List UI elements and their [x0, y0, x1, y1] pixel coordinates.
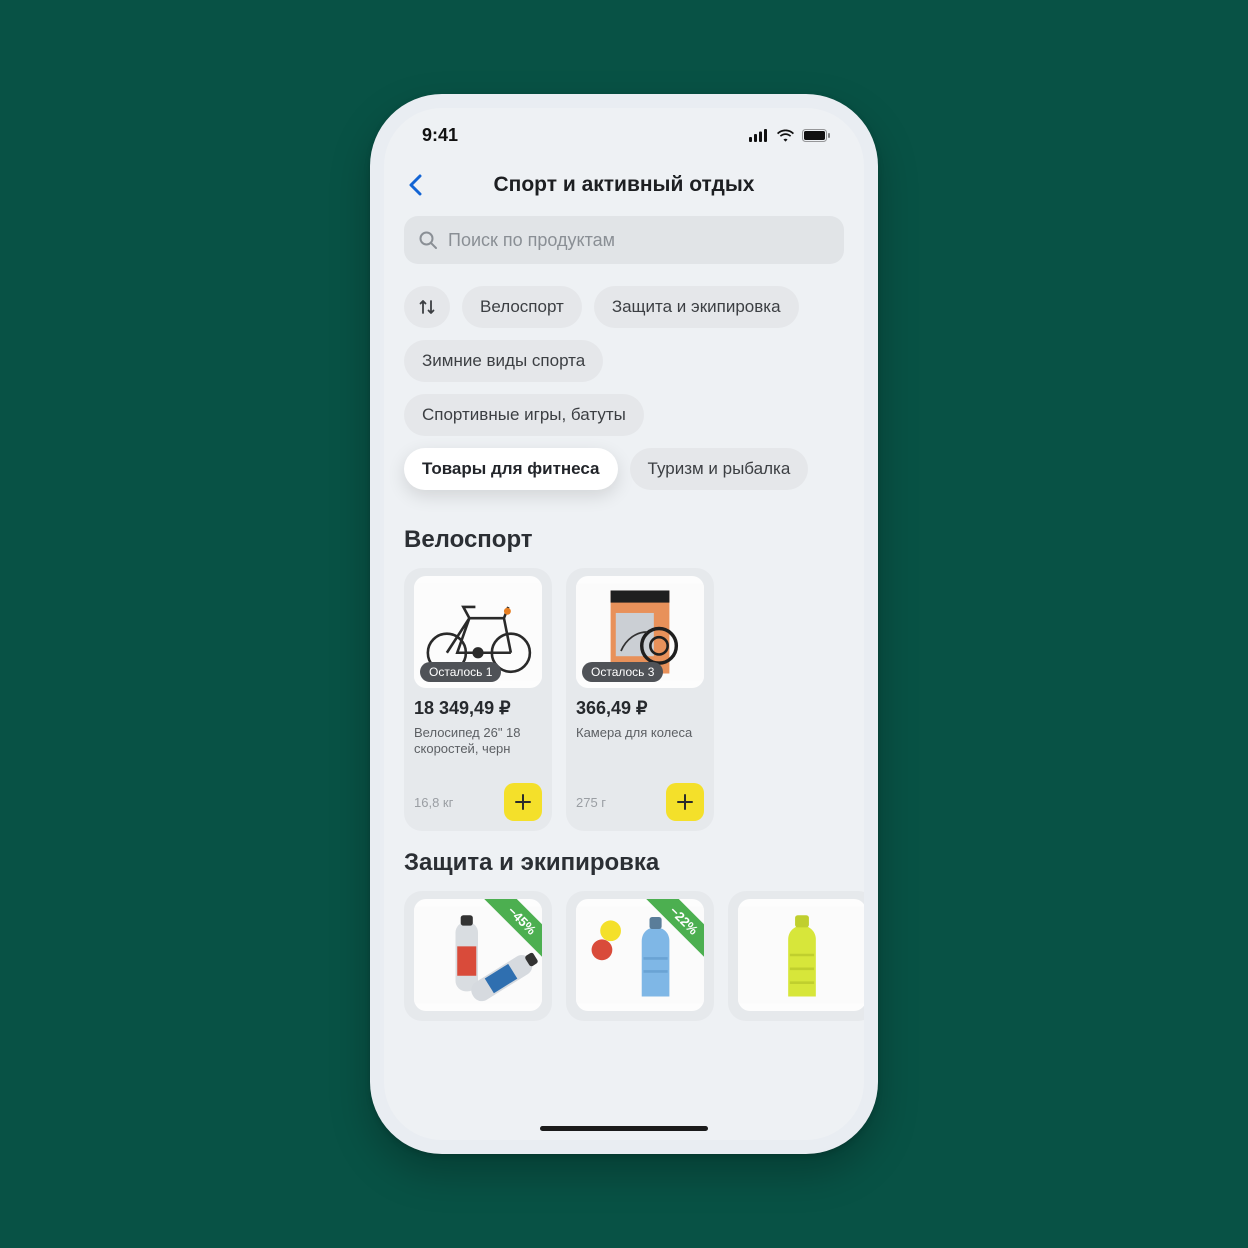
product-card[interactable]: Осталось 1 18 349,49 ₽ Велосипед 26" 18 … — [404, 568, 552, 831]
sort-button[interactable] — [404, 286, 450, 328]
search-input[interactable] — [448, 230, 830, 251]
home-indicator[interactable] — [540, 1126, 708, 1131]
product-image: Осталось 3 — [576, 576, 704, 688]
sort-icon — [418, 298, 436, 316]
signal-icon — [749, 129, 769, 142]
header: Спорт и активный отдых — [384, 162, 864, 216]
add-button[interactable] — [666, 783, 704, 821]
page-title: Спорт и активный отдых — [404, 173, 844, 197]
device-frame: 9:41 Спорт и активный отдых Велоспорт За… — [370, 94, 878, 1154]
wifi-icon — [776, 129, 795, 142]
product-image — [738, 899, 864, 1011]
battery-icon — [802, 129, 830, 142]
screen: 9:41 Спорт и активный отдых Велоспорт За… — [384, 108, 864, 1140]
chip-cycling[interactable]: Велоспорт — [462, 286, 582, 328]
plus-icon — [677, 794, 693, 810]
product-image: −45% — [414, 899, 542, 1011]
product-image: Осталось 1 — [414, 576, 542, 688]
stock-badge: Осталось 3 — [582, 662, 663, 682]
status-bar: 9:41 — [384, 108, 864, 162]
status-time: 9:41 — [422, 125, 458, 146]
chip-games[interactable]: Спортивные игры, батуты — [404, 394, 644, 436]
chip-fitness[interactable]: Товары для фитнеса — [404, 448, 618, 490]
cards-cycling: Осталось 1 18 349,49 ₽ Велосипед 26" 18 … — [404, 568, 844, 831]
chip-protection[interactable]: Защита и экипировка — [594, 286, 799, 328]
product-name: Велосипед 26" 18 скоростей, черн — [414, 725, 542, 773]
section-title-protection: Защита и экипировка — [404, 849, 844, 877]
search-icon — [418, 230, 438, 250]
product-price: 18 349,49 ₽ — [414, 698, 542, 719]
content[interactable]: Велоспорт Осталось 1 18 349,49 ₽ Велосип… — [384, 500, 864, 1140]
product-card[interactable]: Осталось 3 366,49 ₽ Камера для колеса 27… — [566, 568, 714, 831]
product-card[interactable]: −45% — [404, 891, 552, 1021]
filter-chips: Велоспорт Защита и экипировка Зимние вид… — [384, 264, 864, 500]
product-price: 366,49 ₽ — [576, 698, 704, 719]
chip-winter[interactable]: Зимние виды спорта — [404, 340, 603, 382]
product-weight: 16,8 кг — [414, 795, 453, 810]
stock-badge: Осталось 1 — [420, 662, 501, 682]
product-weight: 275 г — [576, 795, 606, 810]
bottle-icon — [738, 899, 864, 1011]
cards-protection: −45% −22% — [404, 891, 844, 1021]
product-card[interactable] — [728, 891, 864, 1021]
section-title-cycling: Велоспорт — [404, 526, 844, 554]
add-button[interactable] — [504, 783, 542, 821]
product-name: Камера для колеса — [576, 725, 704, 773]
product-card[interactable]: −22% — [566, 891, 714, 1021]
search-bar[interactable] — [404, 216, 844, 264]
chip-tourism[interactable]: Туризм и рыбалка — [630, 448, 809, 490]
status-icons — [749, 129, 830, 142]
product-image: −22% — [576, 899, 704, 1011]
plus-icon — [515, 794, 531, 810]
